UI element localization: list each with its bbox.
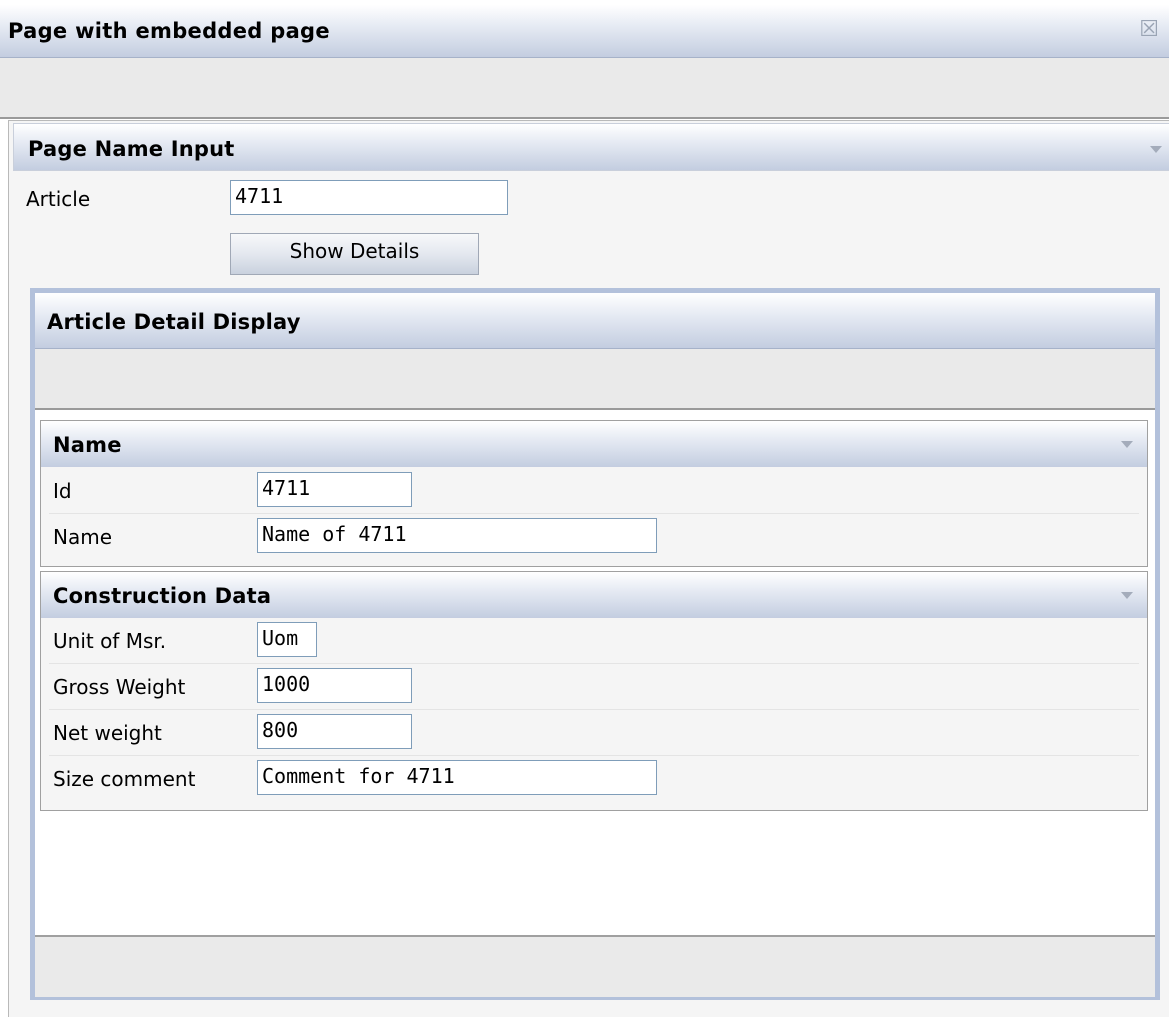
gross-weight-input[interactable]: 1000 bbox=[257, 668, 412, 703]
divider bbox=[49, 709, 1139, 710]
id-input[interactable]: 4711 bbox=[257, 472, 412, 507]
window-title: Page with embedded page bbox=[8, 19, 330, 43]
window-toolbar bbox=[0, 58, 1169, 119]
chevron-down-icon[interactable] bbox=[1121, 441, 1133, 448]
page-name-input-header[interactable]: Page Name Input bbox=[13, 123, 1169, 171]
embedded-toolbar bbox=[35, 349, 1155, 410]
embedded-title-bar: Article Detail Display bbox=[35, 293, 1155, 349]
size-comment-input[interactable]: Comment for 4711 bbox=[257, 760, 657, 795]
uom-input[interactable]: Uom bbox=[257, 622, 317, 657]
net-weight-input[interactable]: 800 bbox=[257, 714, 412, 749]
name-section: Name Id 4711 Name Name of 4711 bbox=[40, 420, 1148, 567]
divider bbox=[49, 513, 1139, 514]
construction-data-section: Construction Data Unit of Msr. Uom Gross… bbox=[40, 571, 1148, 811]
page-name-input-title: Page Name Input bbox=[28, 137, 235, 161]
window-title-bar: Page with embedded page ☒ bbox=[0, 5, 1169, 58]
size-comment-label: Size comment bbox=[53, 767, 196, 791]
name-label: Name bbox=[53, 525, 113, 549]
construction-data-header[interactable]: Construction Data bbox=[41, 572, 1147, 618]
chevron-down-icon[interactable] bbox=[1150, 146, 1162, 153]
divider bbox=[49, 755, 1139, 756]
construction-data-title: Construction Data bbox=[53, 584, 272, 608]
name-section-title: Name bbox=[53, 433, 122, 457]
close-icon[interactable]: ☒ bbox=[1139, 19, 1159, 41]
embedded-title: Article Detail Display bbox=[47, 310, 301, 334]
chevron-down-icon[interactable] bbox=[1121, 592, 1133, 599]
name-section-header[interactable]: Name bbox=[41, 421, 1147, 467]
embedded-page-frame: Article Detail Display Name Id 4711 Name… bbox=[30, 288, 1160, 1000]
name-input[interactable]: Name of 4711 bbox=[257, 518, 657, 553]
article-label: Article bbox=[26, 187, 91, 211]
id-label: Id bbox=[53, 479, 72, 503]
article-input[interactable]: 4711 bbox=[230, 180, 508, 215]
divider bbox=[49, 663, 1139, 664]
show-details-button[interactable]: Show Details bbox=[230, 233, 479, 275]
embedded-status-bar bbox=[35, 935, 1155, 997]
embedded-content: Name Id 4711 Name Name of 4711 Construct… bbox=[35, 410, 1155, 940]
gross-weight-label: Gross Weight bbox=[53, 675, 186, 699]
uom-label: Unit of Msr. bbox=[53, 629, 167, 653]
net-weight-label: Net weight bbox=[53, 721, 162, 745]
